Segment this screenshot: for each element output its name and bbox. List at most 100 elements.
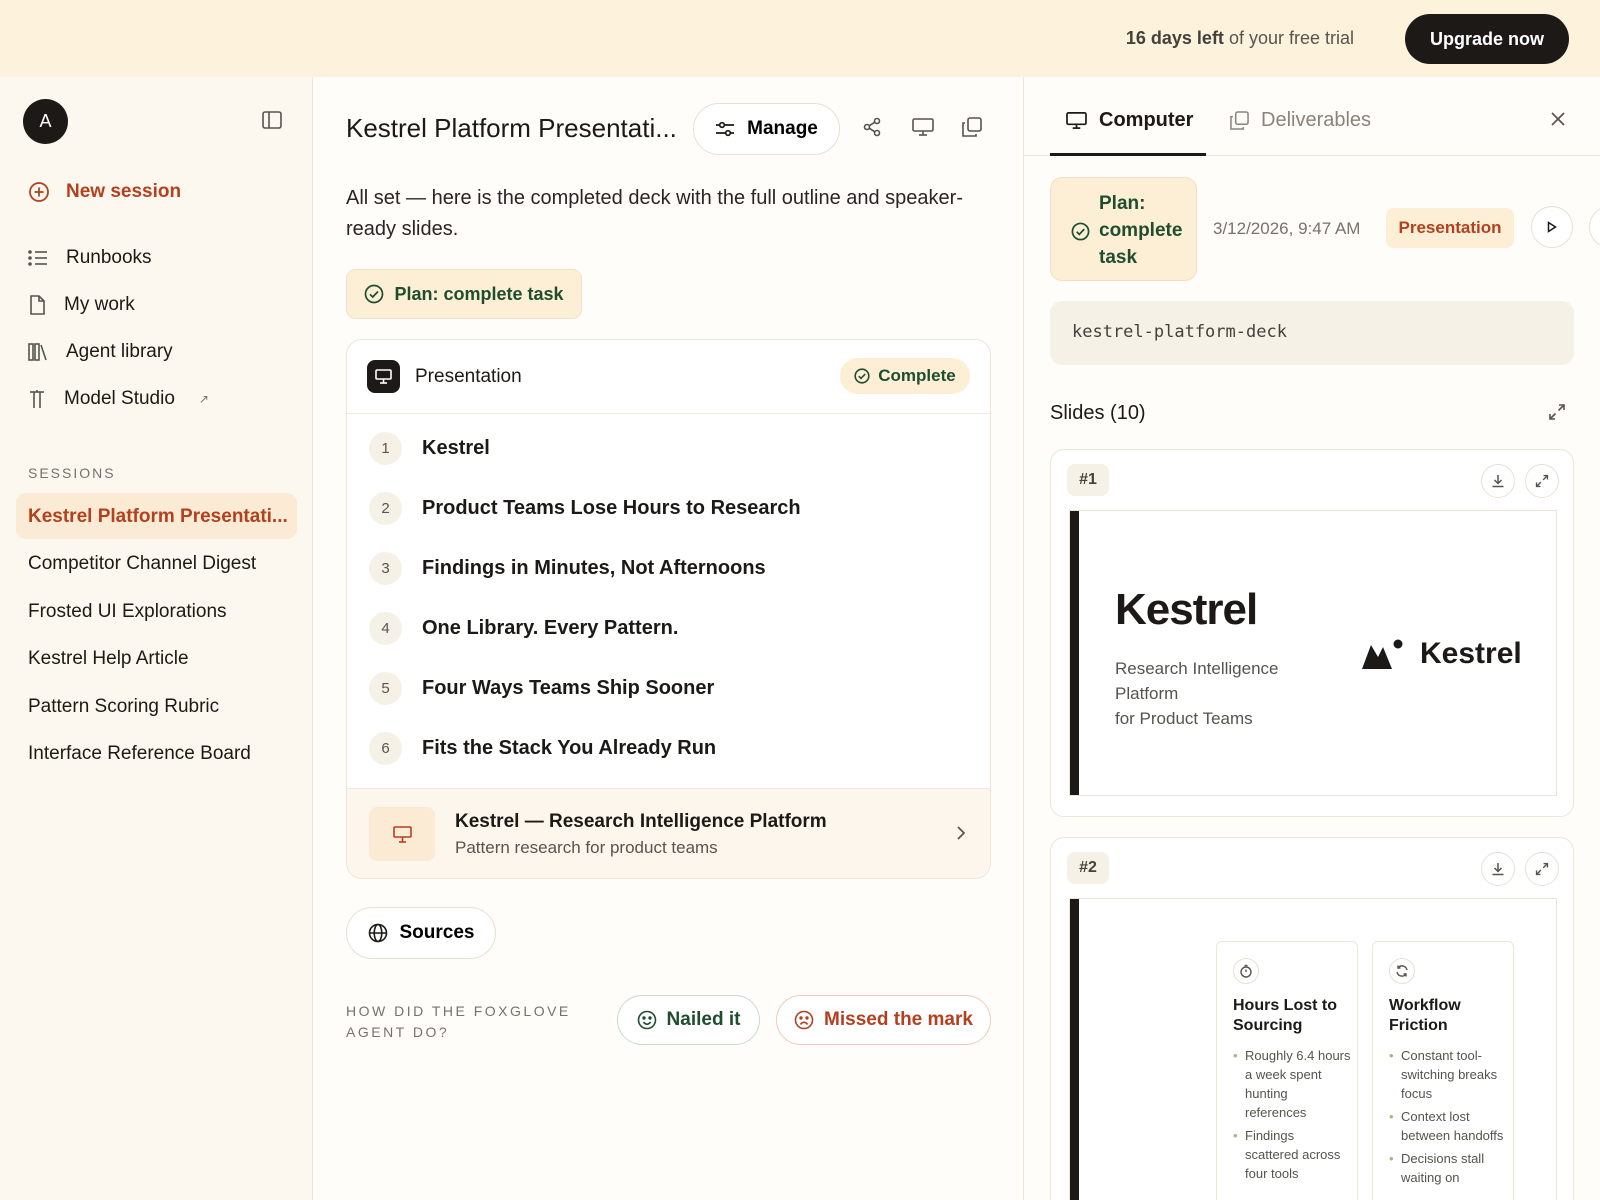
tool-icon [28, 389, 46, 409]
slide-number: #2 [1067, 852, 1109, 884]
slide-number: 2 [369, 492, 402, 525]
outline-item[interactable]: 1 Kestrel [369, 432, 490, 465]
slide-accent-bar [1070, 511, 1079, 795]
slide-title: One Library. Every Pattern. [422, 617, 679, 639]
slide-card[interactable]: #1 Kestrel Research Intelligence Platfor… [1050, 449, 1574, 817]
slide-number: 1 [369, 432, 402, 465]
outline-item[interactable]: 2 Product Teams Lose Hours to Research [369, 492, 801, 525]
globe-icon [368, 923, 388, 943]
presentation-card: Presentation Complete 1 Kestrel 2 Produc… [346, 339, 991, 879]
smile-icon [637, 1010, 657, 1030]
slide-subtitle: Research Intelligence Platform for Produ… [1115, 659, 1279, 728]
avatar[interactable]: A [23, 99, 68, 144]
plan-status-pill[interactable]: Plan: complete task [346, 269, 582, 319]
sessions-heading: SESSIONS [28, 465, 116, 481]
slide-accent-bar [1070, 899, 1079, 1200]
nav-my-work[interactable]: My work [28, 294, 135, 316]
slide-title: Kestrel [422, 437, 490, 459]
trial-banner: 16 days left of your free trial Upgrade … [0, 0, 1600, 77]
share-icon[interactable] [862, 117, 882, 137]
download-button[interactable] [1481, 852, 1515, 886]
nav-agent-library[interactable]: Agent library [28, 341, 173, 363]
check-circle-icon [364, 284, 384, 304]
check-circle-icon [854, 368, 870, 384]
outline-item[interactable]: 5 Four Ways Teams Ship Sooner [369, 672, 714, 705]
slide-card[interactable]: #2 Hours Lost to Sourcing Roughly 6.4 ho… [1050, 837, 1574, 1200]
page-title: Kestrel Platform Presentati... [346, 113, 677, 143]
plus-circle-icon [28, 181, 50, 203]
deck-subtitle: Pattern research for product teams [455, 838, 718, 857]
session-item[interactable]: Pattern Scoring Rubric [28, 696, 219, 718]
manage-button[interactable]: Manage [693, 103, 840, 155]
outline-item[interactable]: 4 One Library. Every Pattern. [369, 612, 678, 645]
assistant-message: All set — here is the completed deck wit… [346, 187, 963, 240]
kestrel-logo: Kestrel [1362, 637, 1522, 671]
tab-computer[interactable]: Computer [1066, 109, 1193, 132]
presentation-card-header: Presentation Complete [347, 340, 990, 414]
frown-icon [794, 1010, 814, 1030]
download-icon [1491, 474, 1505, 488]
active-tab-indicator [1050, 153, 1206, 156]
missed-the-mark-button[interactable]: Missed the mark [776, 995, 991, 1045]
session-item[interactable]: Competitor Channel Digest [28, 553, 256, 575]
expand-icon [1535, 862, 1549, 876]
fullscreen-button[interactable] [1525, 852, 1559, 886]
slides-heading: Slides (10) [1050, 402, 1146, 424]
external-link-icon: ↗ [198, 392, 209, 406]
expand-icon[interactable] [1548, 403, 1566, 421]
slide-title: Four Ways Teams Ship Sooner [422, 677, 715, 699]
play-icon [1547, 221, 1557, 233]
session-item[interactable]: Interface Reference Board [28, 743, 251, 765]
monitor-icon [1066, 111, 1087, 130]
outline-item[interactable]: 3 Findings in Minutes, Not Afternoons [369, 552, 766, 585]
timer-icon [1233, 958, 1259, 984]
outline-item[interactable]: 6 Fits the Stack You Already Run [369, 732, 716, 765]
slide-preview: Hours Lost to Sourcing Roughly 6.4 hours… [1069, 898, 1557, 1200]
complete-badge: Complete [840, 358, 970, 394]
main-panel: Kestrel Platform Presentati... Manage Al… [313, 77, 1024, 1200]
kestrel-logo-icon [1362, 639, 1406, 669]
presentation-icon [369, 807, 435, 861]
sources-button[interactable]: Sources [346, 907, 496, 959]
copy-icon[interactable] [962, 117, 982, 137]
timestamp: 3/12/2026, 9:47 AM [1213, 219, 1361, 238]
close-icon[interactable] [1550, 111, 1566, 127]
plan-status-pill[interactable]: Plan: complete task [1050, 177, 1197, 281]
download-button[interactable] [1481, 464, 1515, 498]
slide-number: 6 [369, 732, 402, 765]
slide-title: Product Teams Lose Hours to Research [422, 497, 801, 519]
slide-number: 3 [369, 552, 402, 585]
secondary-control-button[interactable] [1589, 206, 1600, 248]
sliders-icon [715, 120, 735, 138]
sidebar-toggle-icon[interactable] [262, 111, 282, 129]
nav-model-studio[interactable]: Model Studio ↗ [28, 388, 209, 410]
panel-tabs: Computer Deliverables [1024, 77, 1600, 156]
presentation-label: Presentation [415, 366, 522, 387]
slide-content-card: Hours Lost to Sourcing Roughly 6.4 hours… [1216, 941, 1358, 1200]
deck-title: Kestrel — Research Intelligence Platform [455, 811, 827, 832]
play-button[interactable] [1531, 206, 1573, 248]
slide-title: Findings in Minutes, Not Afternoons [422, 557, 766, 579]
books-icon [28, 343, 48, 361]
deck-link[interactable]: Kestrel — Research Intelligence Platform… [347, 788, 990, 878]
trial-status: 16 days left of your free trial [1125, 28, 1354, 48]
slide-title: Fits the Stack You Already Run [422, 737, 717, 759]
slide-number: #1 [1067, 464, 1109, 496]
refresh-icon [1389, 958, 1415, 984]
new-session-button[interactable]: New session [28, 181, 181, 203]
slide-number: 5 [369, 672, 402, 705]
slide-title: Kestrel [1115, 585, 1258, 634]
session-item[interactable]: Frosted UI Explorations [28, 601, 227, 623]
feedback-question: HOW DID THE FOXGLOVE AGENT DO? [346, 1003, 571, 1040]
monitor-icon[interactable] [912, 117, 934, 137]
sidebar: A New session Runbooks My work Agent lib… [0, 77, 313, 1200]
fullscreen-button[interactable] [1525, 464, 1559, 498]
upgrade-button[interactable]: Upgrade now [1405, 14, 1569, 64]
session-item[interactable]: Kestrel Platform Presentati... [28, 506, 288, 528]
session-item[interactable]: Kestrel Help Article [28, 648, 189, 670]
nailed-it-button[interactable]: Nailed it [617, 995, 760, 1045]
tab-deliverables[interactable]: Deliverables [1230, 109, 1371, 132]
nav-runbooks[interactable]: Runbooks [28, 247, 152, 269]
chevron-right-icon [956, 825, 966, 841]
check-circle-icon [1071, 222, 1090, 241]
